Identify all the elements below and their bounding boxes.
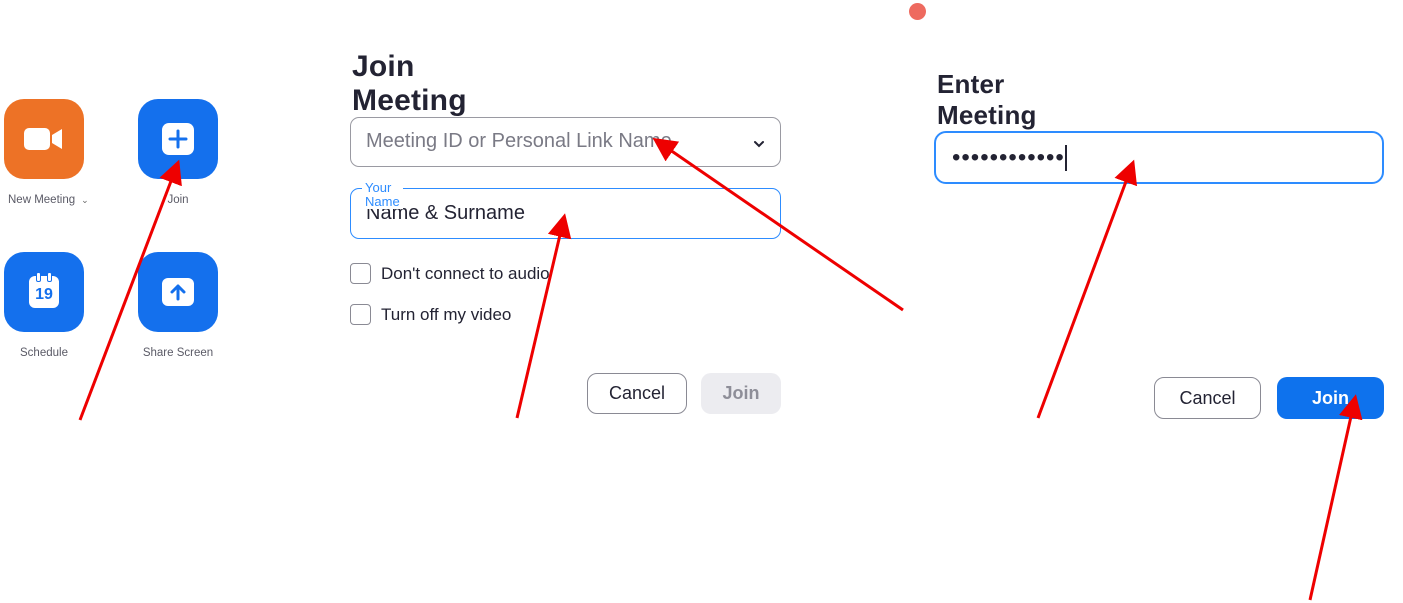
- annotation-arrows: [78, 137, 1363, 601]
- arrow-to-passcode: [1036, 159, 1138, 419]
- arrow-to-join-tile: [78, 159, 182, 421]
- arrow-to-meeting-id: [652, 137, 904, 312]
- arrow-to-passcode-join: [1308, 394, 1363, 601]
- arrow-to-name-field: [515, 213, 572, 419]
